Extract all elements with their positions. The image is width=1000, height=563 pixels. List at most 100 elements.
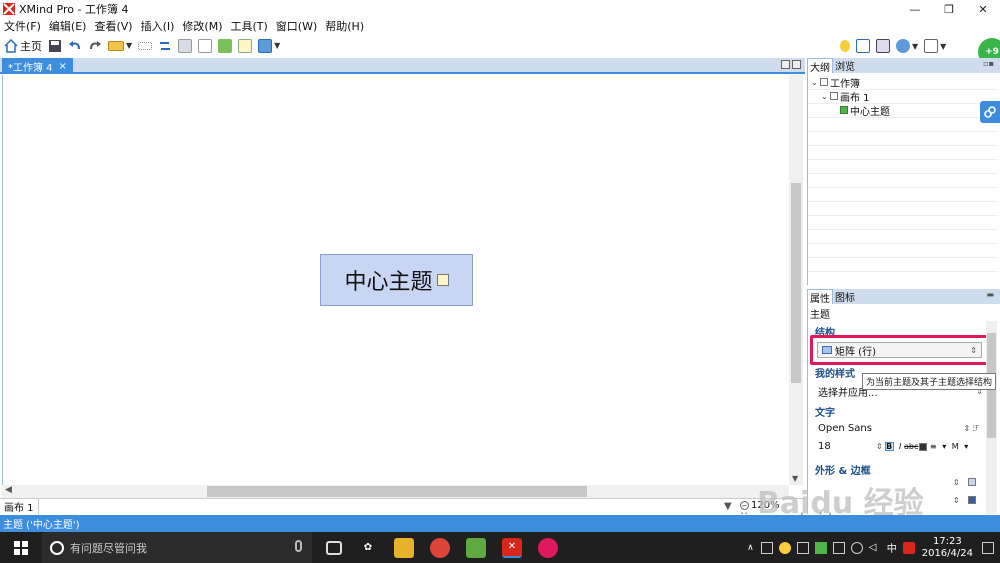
- taskbar-clock[interactable]: 17:23 2016/4/24: [922, 536, 973, 560]
- tray-leaf-icon[interactable]: [814, 541, 827, 554]
- link-icon: [984, 106, 996, 118]
- panel-menu-icon[interactable]: ▫▪: [983, 59, 994, 68]
- chevron-down-icon[interactable]: ⌄: [821, 92, 830, 101]
- tray-expand-icon[interactable]: ∧: [747, 543, 754, 553]
- tab-browse[interactable]: 浏览: [833, 58, 857, 73]
- my-styles-section-header[interactable]: 我的样式: [815, 365, 855, 380]
- summary-button[interactable]: [198, 37, 213, 55]
- menu-insert[interactable]: 插入(I): [141, 18, 175, 34]
- sheet-tab[interactable]: 画布 1: [0, 498, 39, 515]
- insert-topic-button[interactable]: ▼: [108, 37, 132, 55]
- tray-plus-icon[interactable]: [778, 541, 791, 554]
- home-button[interactable]: 主页: [4, 37, 42, 55]
- windows-start-icon[interactable]: [14, 540, 28, 555]
- insert-image-button[interactable]: ▼: [258, 37, 280, 55]
- font-size-value[interactable]: 18: [818, 441, 831, 452]
- tree-label: 工作簿: [830, 78, 860, 90]
- tab-workbook[interactable]: *工作簿 4 ×: [2, 58, 73, 74]
- gantt-button[interactable]: [876, 37, 890, 55]
- menu-help[interactable]: 帮助(H): [325, 18, 364, 34]
- properties-scrollbar[interactable]: [986, 321, 997, 514]
- menu-modify[interactable]: 修改(M): [182, 18, 222, 34]
- task-view-icon[interactable]: [326, 540, 342, 555]
- file-explorer-icon[interactable]: [394, 537, 414, 558]
- close-button[interactable]: ✕: [966, 0, 1000, 18]
- evernote-icon[interactable]: [466, 537, 486, 558]
- pinwheel-app-icon[interactable]: ✿: [358, 538, 378, 558]
- scroll-left-icon[interactable]: ◀: [5, 485, 12, 495]
- chevron-down-icon[interactable]: ▾: [962, 442, 971, 451]
- fill-color-swatch[interactable]: [968, 478, 976, 486]
- font-picker-icon[interactable]: ⇕ ℱ: [963, 424, 979, 433]
- tree-item-workbook[interactable]: ⌄ 工作簿: [811, 75, 860, 90]
- minimize-editor-button[interactable]: [781, 60, 790, 69]
- pink-app-icon[interactable]: [538, 537, 558, 558]
- tray-battery-icon[interactable]: [832, 541, 845, 554]
- microphone-icon[interactable]: [295, 540, 302, 552]
- spinner-icon[interactable]: ⇕: [953, 496, 960, 505]
- maximize-editor-button[interactable]: [792, 60, 801, 69]
- undo-button[interactable]: [68, 37, 82, 55]
- tray-wifi-icon[interactable]: [850, 541, 863, 554]
- tray-network-icon[interactable]: [796, 541, 809, 554]
- gantt-icon: [876, 39, 890, 53]
- xmind-taskbar-icon[interactable]: ✕: [502, 537, 522, 558]
- redo-button[interactable]: [88, 37, 102, 55]
- add-marker-button[interactable]: [218, 37, 233, 55]
- vertical-scroll-thumb[interactable]: [791, 183, 801, 383]
- chevron-down-icon[interactable]: ⌄: [811, 78, 820, 87]
- zoom-out-icon[interactable]: −: [740, 501, 749, 510]
- note-icon[interactable]: [436, 274, 449, 286]
- font-family-dropdown[interactable]: Open Sans ⇕ ℱ: [818, 423, 983, 434]
- tree-item-central-topic[interactable]: 中心主题: [840, 103, 890, 118]
- menu-window[interactable]: 窗口(W): [276, 18, 317, 34]
- menu-file[interactable]: 文件(F): [4, 18, 41, 34]
- minimize-button[interactable]: —: [898, 0, 932, 18]
- topic-node-icon: [840, 106, 848, 114]
- tab-outline[interactable]: 大纲: [807, 58, 833, 74]
- spinner-icon[interactable]: ⇕: [876, 442, 883, 451]
- menu-view[interactable]: 查看(V): [94, 18, 132, 34]
- text-section-header[interactable]: 文字: [815, 404, 835, 419]
- ime-indicator[interactable]: 中: [887, 540, 897, 555]
- export-button[interactable]: ▼: [924, 37, 946, 55]
- filter-icon[interactable]: ▼: [724, 501, 732, 512]
- spinner-icon[interactable]: ⇕: [953, 478, 960, 487]
- chrome-icon[interactable]: [430, 537, 450, 558]
- subtopic-button[interactable]: [138, 37, 153, 55]
- share-link-button[interactable]: [980, 101, 1000, 123]
- save-button[interactable]: [48, 37, 62, 55]
- central-topic[interactable]: 中心主题: [320, 254, 473, 306]
- vertical-scrollbar[interactable]: ▼: [789, 75, 803, 485]
- share-upload-button[interactable]: ▼: [896, 37, 918, 55]
- tray-sogou-icon[interactable]: [902, 541, 915, 554]
- horizontal-scroll-thumb[interactable]: [207, 486, 587, 497]
- tab-icons[interactable]: 图标: [833, 289, 857, 304]
- menu-edit[interactable]: 编辑(E): [49, 18, 87, 34]
- bold-button[interactable]: B: [884, 442, 894, 451]
- notification-center-icon[interactable]: [982, 541, 994, 554]
- notes-button[interactable]: [238, 37, 253, 55]
- brainstorm-button[interactable]: [840, 37, 850, 55]
- menu-tools[interactable]: 工具(T): [230, 18, 267, 34]
- tray-volume-icon[interactable]: ◁: [869, 542, 881, 554]
- cortana-search-box[interactable]: 有问题尽管问我: [42, 532, 312, 563]
- close-icon[interactable]: ×: [59, 61, 67, 72]
- structure-dropdown[interactable]: 矩阵 (行) ⇕: [817, 342, 982, 358]
- align-icon[interactable]: ≡: [929, 442, 938, 451]
- minimize-panel-icon[interactable]: ▬: [986, 290, 994, 299]
- strikethrough-button[interactable]: abc: [904, 442, 918, 451]
- horizontal-scrollbar[interactable]: ◀: [2, 485, 789, 498]
- tray-app-icon[interactable]: [760, 541, 773, 554]
- tree-item-sheet[interactable]: ⌄ 画布 1: [821, 89, 870, 104]
- case-icon[interactable]: M: [951, 442, 960, 451]
- maximize-button[interactable]: ❐: [932, 0, 966, 18]
- chevron-down-icon[interactable]: ▾: [940, 442, 949, 451]
- tab-properties[interactable]: 属性: [807, 289, 833, 305]
- text-color-swatch[interactable]: [918, 442, 927, 451]
- boundary-button[interactable]: [178, 37, 193, 55]
- relationship-button[interactable]: [158, 37, 172, 55]
- presentation-button[interactable]: [856, 37, 870, 55]
- shape-border-section-header[interactable]: 外形 & 边框: [815, 462, 871, 477]
- border-color-swatch[interactable]: [968, 496, 976, 504]
